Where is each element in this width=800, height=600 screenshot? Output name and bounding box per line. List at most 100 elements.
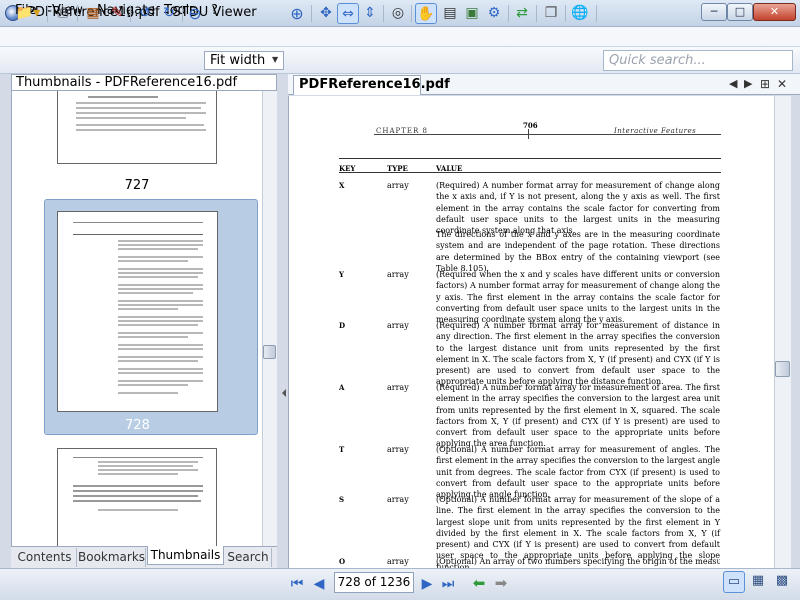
entry-key: Y (339, 270, 344, 279)
fit-page-button[interactable]: ✥ (315, 3, 337, 24)
prev-tab-icon[interactable]: ◀ (729, 77, 737, 90)
zoom-in-button[interactable]: ⊕ (286, 3, 308, 24)
rotate-right-button[interactable]: ↻ (158, 3, 180, 24)
thumbnail-page-729[interactable] (57, 448, 217, 546)
image-icon: ▦ (86, 5, 100, 21)
grid-view-icon: ▩ (775, 573, 789, 588)
close-button[interactable]: ✕ (753, 3, 796, 21)
tab-thumbnails[interactable]: Thumbnails (147, 546, 224, 565)
copy-button[interactable]: ❐ (540, 3, 562, 24)
tab-list-icon[interactable]: ⊞ (760, 77, 770, 91)
toolbar-separator (565, 5, 566, 22)
close-tab-icon[interactable]: ✕ (777, 77, 787, 91)
entry-value: The directions of the x and y axes are i… (436, 230, 720, 273)
minimize-icon: ─ (710, 5, 718, 18)
chevron-down-icon[interactable]: ▼ (272, 55, 278, 64)
entry-value: (Required when the x and y scales have d… (436, 270, 720, 325)
arrow-left-icon: ⬅ (472, 574, 486, 592)
tab-contents[interactable]: Contents (13, 548, 77, 567)
select-text-button[interactable]: ▤ (439, 3, 461, 24)
maximize-button[interactable]: □ (727, 3, 753, 21)
find-button[interactable]: ◎ (387, 3, 409, 24)
entry-key: T (339, 445, 345, 454)
entry-value: (Optional) An array of two numbers speci… (436, 557, 720, 566)
thumbnail-selected[interactable]: 728 (44, 199, 258, 435)
zoom-out-button[interactable]: ⊖ (184, 3, 206, 24)
entry-type: array (387, 270, 409, 279)
continuous-view-button[interactable]: ▩ (771, 571, 793, 593)
page-number: 706 (523, 121, 538, 130)
menu-help[interactable]: ? (211, 3, 218, 18)
fit-width-icon: ⇔ (342, 6, 354, 22)
prev-page-button[interactable]: ◀ (311, 575, 327, 593)
open-button[interactable]: 📁▾ (13, 3, 43, 24)
document-view[interactable]: CHAPTER 8 706 Interactive Features KEY T… (288, 96, 774, 568)
thumbnail-scrollbar[interactable] (262, 91, 277, 546)
two-page-icon: ▦ (751, 573, 765, 588)
arrows-swap-icon: ⇄ (516, 5, 528, 21)
fit-height-icon: ⇕ (364, 5, 376, 21)
toolbar-separator (77, 5, 78, 22)
first-page-icon: ⏮ (290, 576, 304, 592)
document-scrollbar-thumb[interactable] (775, 361, 790, 377)
tab-bookmarks[interactable]: Bookmarks (78, 548, 146, 567)
entry-value: (Required) A number format array for mea… (436, 181, 720, 236)
toolbar-separator (411, 5, 412, 22)
thumbnail-page-number: 727 (124, 178, 150, 193)
collapse-arrow-icon[interactable] (282, 389, 286, 397)
image-select-icon: ▣ (465, 5, 479, 21)
last-page-button[interactable]: ⏭ (440, 575, 456, 593)
history-back-button[interactable]: ⬅ (470, 574, 488, 592)
zoom-in-icon: ⊕ (290, 4, 304, 23)
entry-key: A (339, 383, 345, 392)
toolbar-separator (182, 5, 183, 22)
tab-search[interactable]: Search (225, 548, 272, 567)
print-button[interactable]: ⎙ (52, 3, 74, 24)
document-scrollbar[interactable] (774, 96, 791, 568)
thumbnail-page-727[interactable] (57, 91, 217, 164)
hand-icon: ✋ (417, 6, 435, 22)
globe-icon: 🌐 (571, 5, 589, 21)
two-page-view-button[interactable]: ▦ (747, 571, 769, 593)
last-page-icon: ⏭ (441, 576, 455, 592)
single-page-view-button[interactable]: ▭ (723, 571, 745, 593)
entry-key: O (339, 557, 346, 566)
table-rule-header (339, 172, 721, 173)
entry-value: (Required) A number format array for mea… (436, 383, 720, 449)
page-number-input[interactable]: 728 of 1236 (334, 572, 414, 593)
next-page-button[interactable]: ▶ (419, 575, 435, 593)
rotate-right-icon: ↻ (163, 5, 175, 21)
thumbnail-scrollbar-thumb[interactable] (263, 345, 276, 359)
search-input[interactable]: Quick search... (603, 50, 793, 71)
fit-height-button[interactable]: ⇕ (359, 3, 381, 24)
left-panel-header: Thumbnails - PDFReference16.pdf (11, 74, 277, 91)
first-page-button[interactable]: ⏮ (289, 575, 305, 593)
document-page: CHAPTER 8 706 Interactive Features KEY T… (289, 96, 774, 568)
entry-type: array (387, 383, 409, 392)
thumbnail-page-728[interactable] (57, 211, 218, 412)
rotate-left-button[interactable]: ↺ (134, 3, 156, 24)
document-tab[interactable]: PDFReference16.pdf (293, 75, 450, 95)
fit-width-button[interactable]: ⇔ (337, 3, 359, 24)
snapshot-button[interactable]: ⚙ (483, 3, 505, 24)
maximize-icon: □ (734, 5, 746, 18)
entry-key: D (339, 321, 346, 330)
toolbar-separator (536, 5, 537, 22)
toolbar-separator (311, 5, 312, 22)
entry-key: X (339, 181, 345, 190)
panel-splitter[interactable] (277, 74, 288, 568)
toolbar-separator (596, 5, 597, 22)
history-forward-button[interactable]: ➡ (492, 574, 510, 592)
annotate-button[interactable]: ✎ (106, 3, 128, 24)
minimize-button[interactable]: ─ (701, 3, 727, 21)
select-image-button[interactable]: ▣ (461, 3, 483, 24)
header-tick (528, 129, 529, 139)
toolbar-separator (383, 5, 384, 22)
text-select-icon: ▤ (443, 5, 457, 21)
sync-button[interactable]: ⇄ (511, 3, 533, 24)
hand-tool-button[interactable]: ✋ (415, 3, 437, 24)
image-tool-button[interactable]: ▦ (82, 3, 104, 24)
toolbar-separator (47, 5, 48, 22)
next-tab-icon[interactable]: ▶ (744, 77, 752, 90)
web-button[interactable]: 🌐 (569, 3, 591, 24)
